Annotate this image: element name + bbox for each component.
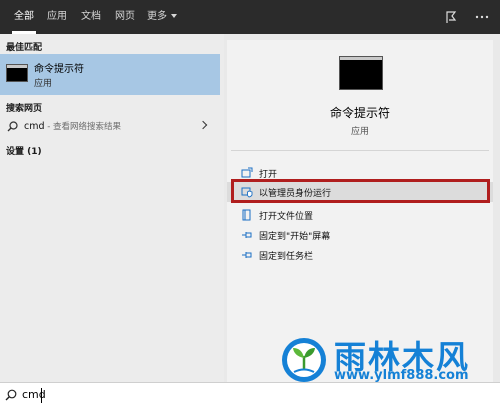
tab-more-label: 更多	[147, 11, 167, 22]
preview-panel: 命令提示符 应用 打开 以管理员身份运行 打开文件位置 固定到"开始"屏幕 固定…	[227, 40, 493, 382]
search-icon	[5, 389, 17, 401]
chevron-down-icon	[171, 14, 177, 18]
tab-web[interactable]: 网页	[110, 0, 140, 34]
tab-apps[interactable]: 应用	[42, 0, 72, 34]
divider	[231, 150, 489, 151]
tab-more[interactable]: 更多	[143, 0, 181, 34]
web-search-text: cmd - 查看网络搜索结果	[24, 120, 121, 132]
search-icon	[7, 121, 18, 132]
tab-all[interactable]: 全部	[8, 0, 40, 34]
search-filter-bar: 全部 应用 文档 网页 更多	[0, 0, 500, 34]
more-icon[interactable]	[474, 9, 490, 25]
preview-title: 命令提示符	[329, 106, 390, 120]
pin-icon	[242, 232, 252, 238]
text-cursor	[41, 388, 42, 403]
search-input[interactable]: cmd	[22, 388, 46, 401]
action-pin-start[interactable]: 固定到"开始"屏幕	[227, 225, 493, 245]
open-icon	[241, 167, 253, 178]
web-search-suffix: - 查看网络搜索结果	[44, 122, 121, 132]
settings-heading[interactable]: 设置 (1)	[6, 144, 42, 157]
best-match-item[interactable]: 命令提示符 应用	[0, 54, 220, 95]
action-pin-taskbar[interactable]: 固定到任务栏	[227, 245, 493, 265]
action-open-file-location-label: 打开文件位置	[259, 212, 314, 222]
tab-documents[interactable]: 文档	[76, 0, 106, 34]
web-search-heading: 搜索网页	[6, 104, 43, 114]
action-pin-start-label: 固定到"开始"屏幕	[259, 232, 331, 242]
watermark-url: www.ylmf888.com	[334, 368, 469, 383]
preview-subtitle: 应用	[350, 127, 369, 137]
chevron-right-icon	[198, 120, 208, 130]
command-prompt-icon	[339, 56, 383, 90]
feedback-icon[interactable]	[443, 9, 459, 25]
pin-icon	[242, 252, 252, 258]
action-pin-taskbar-label: 固定到任务栏	[259, 252, 314, 262]
results-panel: 最佳匹配 命令提示符 应用 搜索网页 cmd - 查看网络搜索结果 设置 (1)	[0, 34, 224, 382]
best-match-heading: 最佳匹配	[6, 43, 43, 53]
web-search-result[interactable]: cmd - 查看网络搜索结果	[0, 116, 220, 138]
best-match-title: 命令提示符	[34, 64, 84, 75]
folder-icon	[242, 209, 251, 221]
command-prompt-icon	[6, 64, 28, 82]
highlight-box	[231, 179, 490, 203]
action-open-file-location[interactable]: 打开文件位置	[227, 205, 493, 225]
search-bar[interactable]: cmd	[0, 382, 500, 408]
watermark-logo	[282, 338, 326, 382]
web-search-query: cmd	[24, 121, 45, 132]
best-match-subtitle: 应用	[34, 79, 53, 89]
